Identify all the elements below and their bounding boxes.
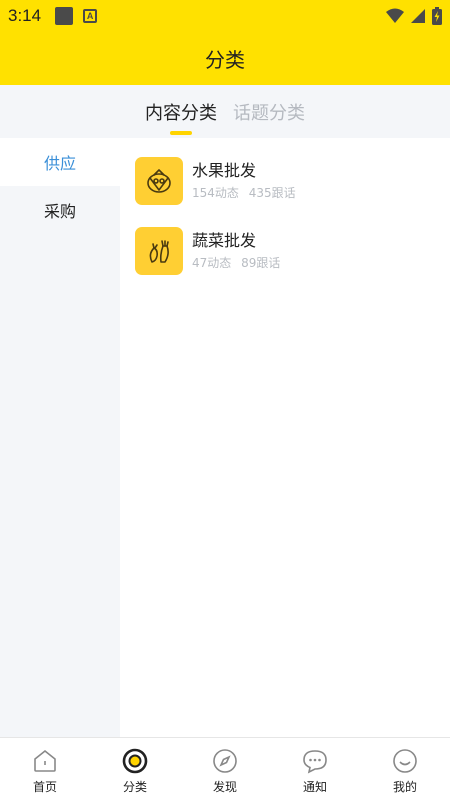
list-item-text: 水果批发 154动态 435跟话 [192, 161, 296, 201]
nav-label: 通知 [302, 780, 327, 794]
wifi-icon [386, 8, 404, 24]
compass-icon [212, 748, 238, 774]
notification-square-icon [55, 7, 74, 25]
posts-count: 154动态 [192, 186, 239, 200]
fruit-basket-icon [135, 157, 183, 205]
replies-count: 435跟话 [248, 186, 296, 200]
status-bar: 3:14 A [0, 0, 450, 32]
nav-item-profile[interactable]: 我的 [360, 738, 450, 800]
posts-count: 47动态 [192, 256, 232, 270]
list-item-text: 蔬菜批发 47动态 89跟话 [192, 231, 280, 271]
category-meta: 47动态 89跟话 [192, 255, 280, 271]
status-icons [386, 7, 442, 25]
tab-label: 内容分类 [145, 102, 217, 124]
list-item-vegetable-wholesale[interactable]: 蔬菜批发 47动态 89跟话 [135, 227, 280, 275]
tab-topic-category[interactable]: 话题分类 [233, 95, 305, 129]
status-time: 3:14 [8, 6, 42, 25]
nav-item-discover[interactable]: 发现 [180, 738, 270, 800]
chat-bubble-icon [302, 748, 328, 774]
signal-icon [410, 8, 426, 24]
home-icon [32, 748, 58, 774]
page-title: 分类 [205, 48, 245, 72]
nav-label: 我的 [392, 780, 417, 794]
nav-item-category[interactable]: 分类 [90, 738, 180, 800]
sidebar-item-supply[interactable]: 供应 [0, 138, 120, 186]
tab-content-category[interactable]: 内容分类 [145, 95, 217, 135]
category-meta: 154动态 435跟话 [192, 185, 296, 201]
category-title: 蔬菜批发 [192, 231, 257, 250]
app-root: 3:14 A 分类 内容分类 话题分类 供应 采购 水果批发 154动态 435… [0, 0, 450, 800]
category-title: 水果批发 [192, 161, 257, 180]
category-target-icon [122, 748, 148, 774]
list-item-fruit-wholesale[interactable]: 水果批发 154动态 435跟话 [135, 157, 296, 205]
category-list: 水果批发 154动态 435跟话 蔬菜批发 47动态 89跟话 [120, 138, 450, 738]
tab-active-indicator [170, 130, 192, 135]
tab-label: 话题分类 [233, 102, 305, 124]
nav-label: 分类 [122, 780, 147, 794]
app-notification-icon: A [83, 9, 98, 23]
sidebar-item-label: 供应 [44, 154, 77, 173]
app-header: 分类 [0, 32, 450, 85]
vegetables-icon [135, 227, 183, 275]
nav-label: 首页 [32, 780, 57, 794]
category-tabs: 内容分类 话题分类 [0, 85, 450, 138]
nav-label: 发现 [212, 780, 237, 794]
replies-count: 89跟话 [241, 256, 281, 270]
battery-charging-icon [432, 7, 442, 25]
sidebar: 供应 采购 [0, 138, 120, 738]
sidebar-item-label: 采购 [44, 202, 77, 221]
smiley-icon [392, 748, 418, 774]
sidebar-item-purchase[interactable]: 采购 [0, 186, 120, 234]
nav-item-home[interactable]: 首页 [0, 738, 90, 800]
nav-item-notifications[interactable]: 通知 [270, 738, 360, 800]
bottom-navigation: 首页 分类 发现 通知 我的 [0, 737, 450, 800]
